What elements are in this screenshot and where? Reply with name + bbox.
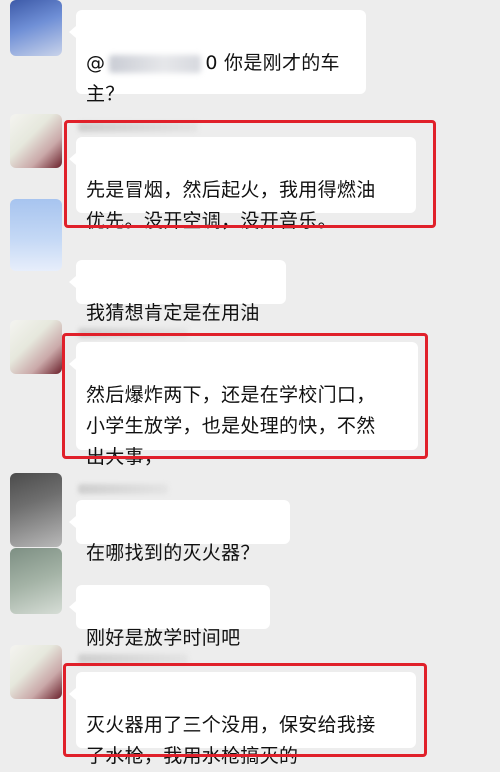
chat-bubble: @0 你是刚才的车 主？: [69, 10, 366, 105]
chat-bubble: 刚好是放学时间吧: [69, 585, 270, 649]
mention-symbol[interactable]: @: [86, 52, 105, 74]
mention-username-redacted: [109, 54, 202, 73]
avatar[interactable]: [10, 0, 62, 56]
chat-bubble: 我猜想肯定是在用油: [69, 260, 286, 324]
chat-bubble: 在哪找到的灭火器？: [69, 500, 290, 564]
avatar[interactable]: [10, 114, 62, 168]
avatar[interactable]: [10, 199, 62, 271]
chat-bubble: 先是冒烟，然后起火，我用得燃油 优先。没开空调，没开音乐。: [69, 137, 416, 232]
sender-name-redacted: [78, 122, 198, 132]
avatar[interactable]: [10, 645, 62, 699]
sender-name-redacted: [78, 328, 188, 338]
avatar[interactable]: [10, 473, 62, 547]
sender-name-redacted: [78, 484, 168, 494]
message-text: 先是冒烟，然后起火，我用得燃油 优先。没开空调，没开音乐。: [86, 179, 376, 232]
chat-bubble: 灭火器用了三个没用，保安给我接 了水枪，我用水枪搞灭的: [69, 672, 416, 767]
chat-bubble: 然后爆炸两下，还是在学校门口， 小学生放学，也是处理的快，不然 出大事，: [69, 342, 418, 468]
sender-name-redacted: [78, 654, 188, 664]
avatar[interactable]: [10, 548, 62, 614]
message-text: 我猜想肯定是在用油: [86, 302, 260, 324]
message-text: 然后爆炸两下，还是在学校门口， 小学生放学，也是处理的快，不然 出大事，: [86, 384, 376, 468]
message-text: 在哪找到的灭火器？: [86, 542, 260, 564]
message-text: 灭火器用了三个没用，保安给我接 了水枪，我用水枪搞灭的: [86, 714, 376, 767]
message-text: 刚好是放学时间吧: [86, 627, 241, 649]
avatar[interactable]: [10, 320, 62, 374]
